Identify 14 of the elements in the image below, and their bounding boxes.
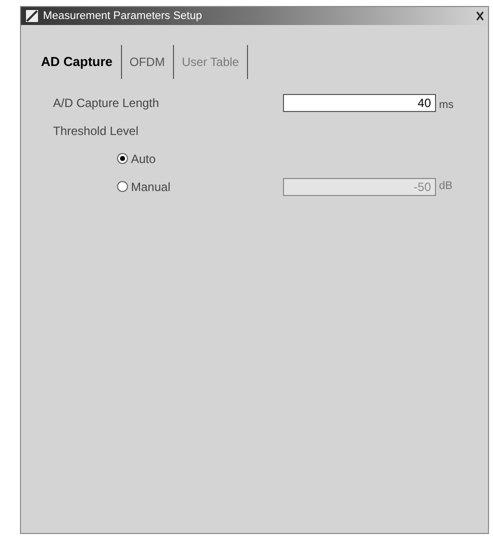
window-title: Measurement Parameters Setup <box>43 8 202 24</box>
unit-label: dB <box>439 179 452 194</box>
radio-label: Auto <box>131 150 156 168</box>
tab[interactable]: OFDM <box>122 45 174 79</box>
field-label: A/D Capture Length <box>53 95 160 112</box>
app-icon <box>25 9 39 23</box>
radio-label: Manual <box>131 178 170 196</box>
radio-button[interactable] <box>117 153 128 164</box>
close-icon[interactable] <box>476 11 484 21</box>
radio-button[interactable] <box>117 181 128 192</box>
input-field[interactable]: 40 <box>283 94 436 112</box>
section-label: Threshold Level <box>53 122 140 140</box>
unit-label: ms <box>439 98 454 113</box>
tab[interactable]: AD Capture <box>33 45 122 79</box>
